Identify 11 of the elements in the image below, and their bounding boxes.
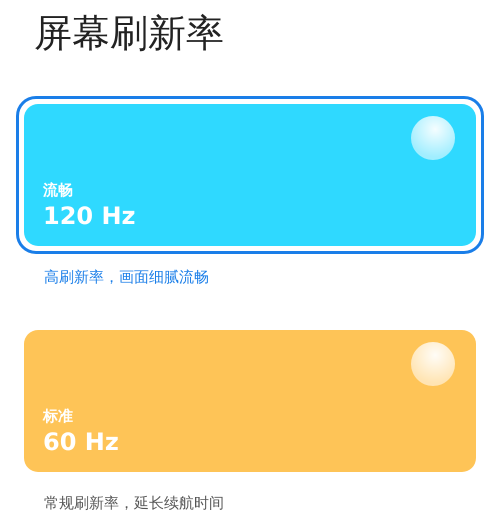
option-value: 120 Hz bbox=[43, 201, 137, 232]
option-description: 高刷新率，画面细腻流畅 bbox=[43, 267, 210, 288]
refresh-rate-option[interactable]: 流畅 120 Hz bbox=[16, 96, 484, 254]
orb-icon bbox=[411, 342, 455, 386]
option-description: 常规刷新率，延长续航时间 bbox=[43, 493, 225, 514]
orb-icon bbox=[411, 116, 455, 160]
refresh-rate-option[interactable]: 标准 60 Hz bbox=[16, 322, 484, 480]
option-value: 60 Hz bbox=[43, 427, 120, 458]
option-label: 流畅 bbox=[43, 180, 74, 200]
option-label: 标准 bbox=[43, 406, 74, 426]
page-title: 屏幕刷新率 bbox=[33, 10, 225, 57]
